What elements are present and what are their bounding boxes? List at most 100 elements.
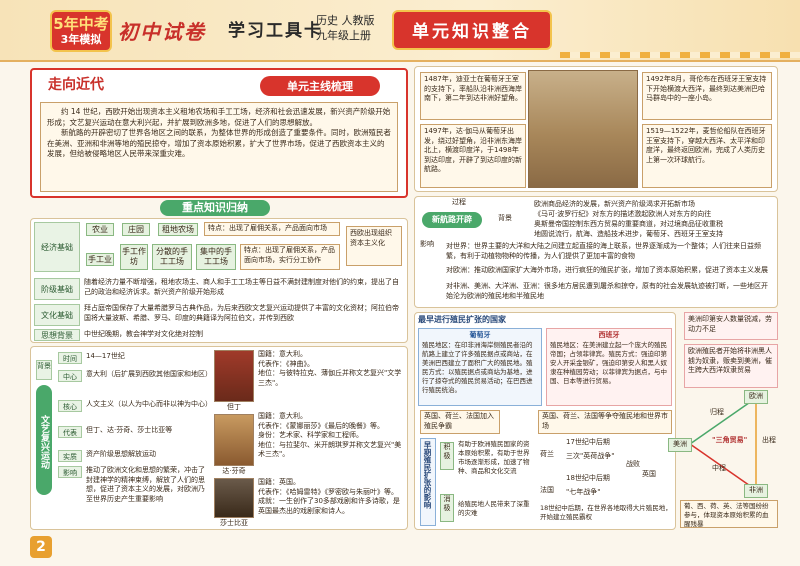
hegemony-result: 18世纪中后期，在世界各地取得大片殖民地，开始建立殖民霸权: [540, 504, 672, 521]
rivals-text: 英国、荷兰、法国等争夺殖民地和世界市场: [538, 410, 672, 434]
process-label: 过程: [452, 198, 466, 206]
background-label: 背景: [498, 214, 512, 222]
france-label: 法国: [540, 486, 554, 494]
summary-result: 西欧出现组织资本主义化: [346, 226, 402, 266]
label-class: 阶级基础: [34, 278, 80, 300]
negative-label: 消极: [440, 494, 454, 522]
davinci-info: 国籍：意大利。 代表作：《蒙娜丽莎》《最后的晚餐》等。 身份：艺术家、科学家和工…: [258, 412, 402, 458]
middle-label: 中程: [712, 464, 726, 472]
intro-text-box: 约 14 世纪，西欧开始出现资本主义租地农场和手工工场，经济和社会迅速发展，新兴…: [40, 102, 398, 192]
subject-line-1: 历史 人教版: [316, 14, 375, 27]
renaissance-row-text: 人文主义（以人为中心而非以神为中心）: [86, 400, 212, 408]
renaissance-row-text: 推动了欧洲文化和思想的繁荣，冲击了封建神学的精神束缚，解放了人们的思想，促进了资…: [86, 466, 205, 503]
intro-para-1: 约 14 世纪，西欧开始出现资本主义租地农场和手工工场，经济和社会迅速发展，新兴…: [47, 107, 391, 127]
subject-line-2: 九年级上册: [316, 29, 371, 42]
renaissance-row-label: 核心: [58, 400, 82, 412]
renaissance-side-title: 文艺复兴运动: [36, 385, 52, 495]
intro-title: 走向近代: [48, 77, 104, 93]
bg-item-3: 奥斯曼帝国控制东西方贸易的重要商道，对过境商品征收重税: [534, 220, 723, 228]
class-text: 随着经济力量不断增强，租地农场主、商人和手工工场主等日益不满封建制度对他们的约束…: [84, 278, 399, 296]
spain-title: 西班牙: [598, 331, 620, 339]
dias-text: 1487年，迪亚士在葡萄牙王室的支持下，率船队沿非洲西海岸南下，第二年到达非洲好…: [420, 72, 526, 120]
hand-feature: 特点：出现了雇佣关系，产品面向市场，实行分工协作: [240, 244, 340, 270]
node-manor: 庄园: [122, 223, 150, 236]
positive-label: 积极: [440, 442, 454, 470]
label-thought: 思想背景: [34, 329, 80, 341]
dante-portrait: [214, 350, 254, 402]
impact-label: 影响: [420, 240, 434, 248]
seven-years-war: "七年战争": [566, 488, 601, 496]
positive-text: 有助于欧洲殖民国家的资本原始积累，有助于世界市场逐渐形成，加速了物种、商品和文化…: [458, 440, 530, 475]
renaissance-row-text: 意大利（后扩展到西欧其他国家和地区）: [86, 370, 212, 378]
bg-item-1: 欧洲商品经济的发展，新兴资产阶级渴求开拓新市场: [534, 200, 695, 208]
triangle-center: "三角贸易": [712, 436, 748, 444]
node-agri: 农业: [86, 223, 114, 236]
africa-node: 非洲: [744, 484, 768, 498]
columbus-text: 1492年8月，哥伦布在西班牙王室支持下开始横渡大西洋，最终到达美洲巴哈马群岛中…: [642, 72, 772, 120]
century-17: 17世纪中后期: [566, 438, 610, 446]
spain-box: 西班牙 殖民地区：在美洲建立起一个庞大的殖民帝国；占领菲律宾。殖民方式：强迫印第…: [546, 328, 672, 406]
renaissance-row-label: 实质: [58, 450, 82, 462]
america-node: 美洲: [668, 438, 692, 452]
logo-bottom: 3年模拟: [60, 33, 102, 46]
renaissance-row-label: 代表: [58, 426, 82, 438]
portugal-title: 葡萄牙: [469, 331, 491, 339]
davinci-portrait: [214, 414, 254, 466]
summary-ribbon: 重点知识归纳: [160, 200, 270, 216]
shakespeare-name: 莎士比亚: [220, 519, 248, 527]
triangle-note-mid: 欧洲殖民者开始将非洲黑人掳为奴隶，贩卖到美洲，催生跨大西洋奴隶贸易: [684, 344, 778, 388]
renaissance-row-text: 但丁、达·芬奇、莎士比亚等: [86, 426, 173, 434]
header-stripe: [560, 52, 800, 58]
dante-info: 国籍：意大利。 代表作：《神曲》。 地位：与彼特拉克、薄伽丘并称文艺复兴"文学三…: [258, 350, 402, 387]
renaissance-bg-tag: 背景: [36, 360, 52, 380]
renaissance-row-text: 14—17世纪: [86, 352, 125, 360]
renaissance-row-text: 资产阶级思想解放运动: [86, 450, 156, 458]
node-farm: 租地农场: [158, 223, 198, 236]
portugal-box: 葡萄牙 殖民地区：在印非洲海岸侧殖民者沿的航路上建立了许多殖民据点或商站，在美洲…: [418, 328, 542, 406]
brand-logo: 5年中考 3年模拟: [50, 10, 112, 52]
node-hand-work: 手工作坊: [120, 244, 148, 270]
thought-text: 中世纪晚期，教会神学对文化绝对控制: [84, 330, 203, 338]
culture-text: 拜占庭帝国保存了大量希腊罗马古典作品，为后来西欧文艺复兴运动提供了丰富的文化资材…: [84, 304, 399, 322]
triangle-note-top: 美洲印第安人数量锐减，劳动力不足: [684, 312, 778, 340]
unit-banner: 单元知识整合: [392, 10, 552, 50]
anglo-dutch-wars: 三次"英荷战争": [566, 452, 615, 460]
impact-world: 对世界：世界主要的大洋和大陆之间建立起直接的海上联系，世界逐渐成为一个整体；人们…: [446, 242, 761, 260]
renaissance-row-label: 时间: [58, 352, 82, 364]
holland-label: 荷兰: [540, 450, 554, 458]
bg-item-2: 《马可·波罗行纪》对东方的描述激起欧洲人对东方的向往: [534, 210, 712, 218]
impact-others: 对非洲、美洲、大洋洲、亚洲：很多地方居民遭到屠杀和掠夺，原有的社会发展轨迹被打断…: [446, 282, 768, 300]
intro-para-2: 新航路的开辟密切了世界各地区之间的联系，为整体世界的形成创造了重要条件。同时，欧…: [47, 128, 391, 158]
tool-card-title: 学习工具卡: [228, 21, 323, 41]
node-concentrated: 集中的手工工场: [196, 244, 236, 270]
logo-top: 5年中考: [53, 15, 109, 33]
node-handicraft: 手工业: [86, 253, 114, 266]
spain-text: 殖民地区：在美洲建立起一个庞大的殖民帝国；占领菲律宾。殖民方式：强迫印第安人开采…: [550, 340, 667, 385]
later-powers: 英国、荷兰、法国加入殖民争霸: [420, 410, 500, 434]
impact-europe: 对欧洲：推动欧洲国家扩大海外市场，进行疯狂的殖民扩张，增加了资本原始积累，促进了…: [446, 266, 768, 274]
subject-info: 历史 人教版 九年级上册: [316, 13, 375, 43]
page-number: 2: [30, 536, 52, 558]
ship-image: [528, 70, 638, 188]
renaissance-row-label: 中心: [58, 370, 82, 382]
colonial-title: 最早进行殖民扩张的国家: [418, 315, 506, 324]
shakespeare-portrait: [214, 478, 254, 518]
label-economy: 经济基础: [34, 222, 80, 272]
homeward-label: 归程: [710, 408, 724, 416]
colonial-side: 早期殖民扩张的影响: [420, 438, 436, 526]
magellan-text: 1519—1522年，麦哲伦船队在西班牙王室支持下，穿越大西洋、太平洋和印度洋，…: [642, 124, 772, 188]
node-scattered: 分散的手工工场: [152, 244, 192, 270]
bg-item-4: 地圆说流行，航海、造船技术进步，葡萄牙、西班牙王室支持: [534, 230, 723, 238]
dante-name: 但丁: [227, 403, 241, 411]
britain-label: 英国: [642, 470, 656, 478]
intro-ribbon: 单元主线梳理: [260, 76, 380, 96]
gama-text: 1497年，达·伽马从葡萄牙出发，绕过好望角，沿非洲东海岸北上，横渡印度洋，于1…: [420, 124, 526, 188]
portugal-text: 殖民地区：在印非洲海岸侧殖民者沿的航路上建立了许多殖民据点或商站，在美洲巴西建立…: [422, 340, 533, 394]
newroute-title: 新航路开辟: [422, 212, 482, 228]
triangle-bottom-note: 葡、西、荷、英、法等国纷纷参与，体现资本原始积累的血腥残暴: [680, 500, 778, 528]
negative-text: 给殖民地人民带来了深重的灾难: [458, 500, 530, 517]
outward-label: 出程: [762, 436, 776, 444]
defeat-label: 战败: [626, 460, 640, 468]
label-culture: 文化基础: [34, 304, 80, 326]
century-18: 18世纪中后期: [566, 474, 610, 482]
